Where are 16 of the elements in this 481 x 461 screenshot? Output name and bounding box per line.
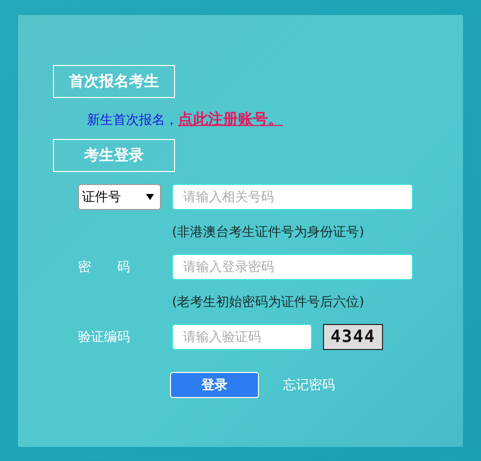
id-hint: (非港澳台考生证件号为身份证号): [172, 224, 366, 242]
section-heading: 考生登录: [53, 139, 175, 172]
section-heading: 首次报名考生: [53, 65, 175, 98]
password-label: 密 码: [78, 259, 131, 276]
register-link[interactable]: 点此注册账号。: [178, 110, 291, 129]
captcha-image[interactable]: 4344: [323, 324, 383, 350]
id-number-field[interactable]: 请输入相关号码: [172, 184, 413, 210]
login-button[interactable]: 登录: [170, 372, 259, 398]
captcha-field[interactable]: 请输入验证码: [172, 324, 312, 350]
password-field[interactable]: 请输入登录密码: [172, 254, 413, 280]
dropdown-caret-icon: [146, 194, 154, 200]
forgot-password-link[interactable]: 忘记密码: [283, 376, 335, 394]
id-type-select[interactable]: 证件号: [78, 184, 161, 210]
password-hint: (老考生初始密码为证件号后六位): [172, 294, 366, 312]
register-prompt: 新生首次报名，: [87, 112, 178, 129]
captcha-label: 验证编码: [78, 329, 131, 346]
